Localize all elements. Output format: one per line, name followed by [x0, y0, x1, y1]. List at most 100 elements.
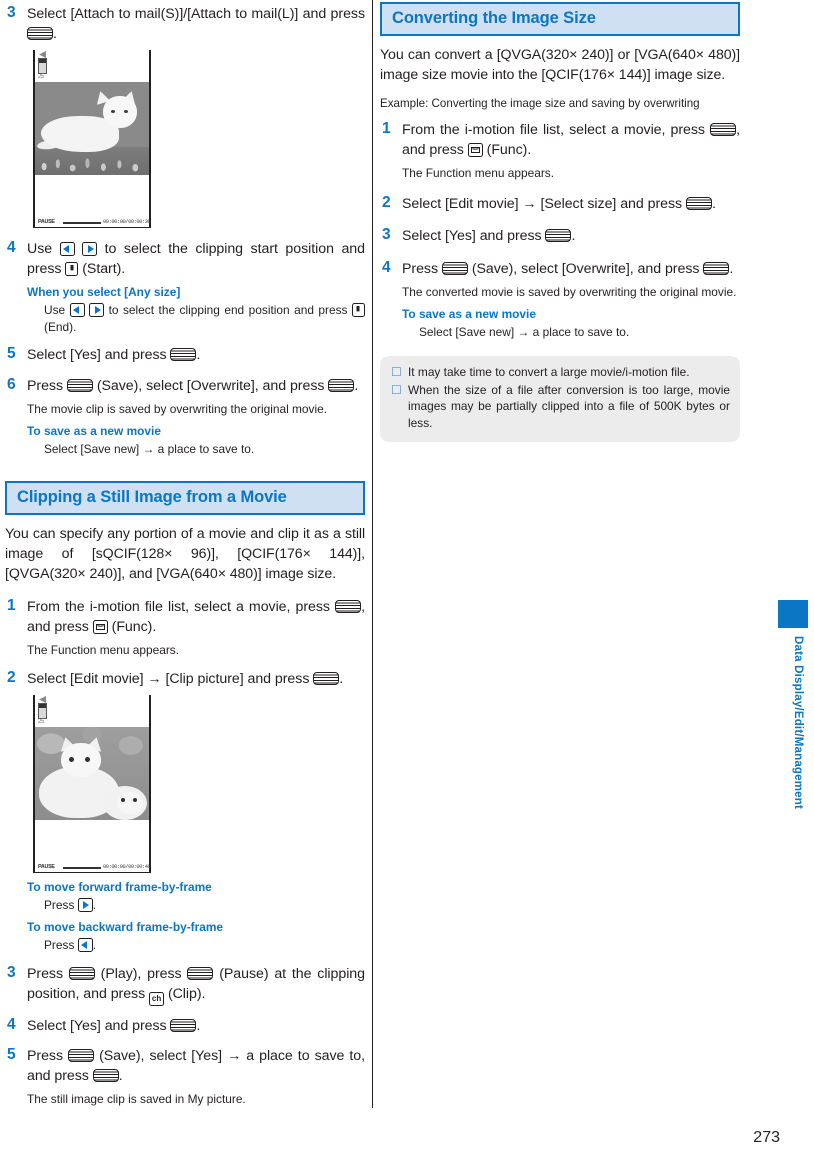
phone-video-area [33, 727, 149, 820]
tip-item: ☐ When the size of a file after conversi… [390, 382, 730, 432]
phone-statusbar: 25 [33, 695, 149, 727]
mail-func-key-icon [467, 142, 483, 157]
step-number: 3 [7, 964, 16, 981]
step-text: From the i-motion file list, select a mo… [402, 121, 740, 160]
select-key-icon [68, 967, 95, 980]
select-key-icon [187, 967, 214, 980]
left-column: 3 Select [Attach to mail(S)]/[Attach to … [5, 0, 365, 1108]
phone-screenshot-two-kittens: 25 PAUSE 00:00:00/00:00:40 [33, 695, 151, 873]
step-text-post: (Func). [482, 141, 532, 158]
select-key-icon [441, 261, 468, 275]
section-lead-clipping: You can specify any portion of a movie a… [5, 526, 365, 582]
section-header-clipping-still-image: Clipping a Still Image from a Movie [5, 481, 365, 515]
step-text-post: . [339, 670, 344, 687]
battery-icon [38, 58, 47, 74]
side-tab-marker [778, 600, 808, 628]
progress-bar [63, 866, 101, 869]
playback-status-label: PAUSE [38, 863, 55, 870]
step-text-pre: Press [402, 260, 442, 277]
battery-level-label: 25 [38, 719, 44, 725]
step-text: Select [Attach to mail(S)]/[Attach to ma… [27, 5, 365, 44]
subheading-save-new: To save as a new movie [402, 306, 536, 321]
select-key-icon [27, 26, 53, 40]
step-text-post: . [729, 260, 734, 277]
step-text-pre: Select [Edit movie] → [Select size] and … [402, 195, 686, 212]
step-number: 1 [7, 597, 16, 614]
tip-item: ☐ It may take time to convert a large mo… [390, 364, 730, 381]
step-text-pre: Select [Yes] and press [27, 347, 171, 363]
step-open-imotion-list: 1 From the i-motion file list, select a … [5, 597, 365, 659]
subbody-backward-frame: Press . [44, 937, 365, 954]
step-number: 6 [7, 375, 16, 393]
subbody-mid: to select the clipping end position and … [104, 303, 352, 317]
step-text-post: . [711, 195, 716, 212]
step-select-clip-picture: 2 Select [Edit movie] → [Clip picture] a… [5, 668, 365, 690]
step-text-pre: Select [Yes] and press [402, 228, 546, 244]
subbody-save-new: Select [Save new] → a place to save to. [44, 441, 255, 456]
info-key-icon [65, 261, 79, 276]
info-key-icon [351, 303, 365, 317]
column-divider [372, 0, 373, 1108]
select-key-icon [92, 1068, 119, 1082]
step-press-save-overwrite: 4 Press (Save), select [Overwrite], and … [380, 259, 740, 341]
subheading-any-size: When you select [Any size] [27, 285, 181, 299]
step-select-yes: 5 Select [Yes] and press . [5, 345, 365, 366]
right-column: Converting the Image Size You can conver… [380, 0, 740, 442]
left-arrow-key-icon [77, 937, 93, 952]
select-key-icon [66, 378, 93, 392]
step-text: Select [Yes] and press . [402, 227, 740, 247]
step-note: The Function menu appears. [402, 166, 555, 180]
step-note: The Function menu appears. [27, 643, 180, 657]
subheading-save-new: To save as a new movie [27, 423, 161, 438]
phone-blank-area [33, 820, 149, 862]
subbody-pre: Use [44, 303, 70, 317]
step-text: Press (Save), select [Overwrite], and pr… [402, 260, 740, 280]
right-arrow-key-icon [82, 242, 98, 256]
step-number: 5 [7, 345, 16, 362]
step-play-pause-clip: 3 Press (Play), press (Pause) at the cli… [5, 964, 365, 1006]
subbody-post: (End). [44, 319, 77, 334]
select-key-icon [170, 348, 197, 361]
phone-blank-area [33, 175, 149, 217]
right-arrow-key-icon [77, 898, 93, 912]
step-text-post: (Clip). [164, 985, 206, 1002]
subbody-post: . [92, 898, 97, 912]
subbody-any-size: Use to select the clipping end position … [44, 302, 365, 335]
step-text: Select [Edit movie] → [Clip picture] and… [27, 670, 365, 690]
step-text: From the i-motion file list, select a mo… [27, 598, 365, 637]
section-header-converting-image-size: Converting the Image Size [380, 2, 740, 36]
step-text-post: . [53, 25, 57, 42]
step-text-mid: (Play), press [94, 966, 188, 982]
page-number: 273 [753, 1129, 780, 1146]
select-key-icon [328, 378, 355, 392]
step-text-post: . [354, 377, 359, 394]
step-text: Press (Save), select [Yes] → a place to … [27, 1047, 365, 1086]
step-number: 2 [7, 668, 16, 686]
tip-text: It may take time to convert a large movi… [408, 365, 690, 379]
step-text-pre: Select [Edit movie] → [Clip picture] and… [27, 670, 314, 687]
step-text: Press (Save), select [Overwrite], and pr… [27, 377, 365, 397]
step-text-post: . [571, 228, 576, 244]
subbody-post: . [92, 937, 97, 952]
example-caption: Example: Converting the image size and s… [380, 97, 700, 110]
subbody-pre: Press [44, 898, 78, 912]
ch-clip-key-icon: ch [149, 991, 165, 1006]
side-tab-label: Data Display/Edit/Management [792, 636, 804, 810]
subbody-save-new: Select [Save new] → a place to save to. [419, 324, 630, 339]
subheading-forward-frame: To move forward frame-by-frame [27, 880, 212, 894]
select-key-icon [313, 671, 340, 685]
step-text-mid: (Save), select [Overwrite], and press [467, 260, 704, 277]
step-text: Select [Edit movie] → [Select size] and … [402, 195, 740, 215]
step-text-post: . [118, 1067, 123, 1084]
right-arrow-key-icon [89, 303, 105, 317]
mail-func-key-icon [92, 619, 108, 634]
timecode-label: 00:00:00/00:00:40 [103, 863, 151, 870]
frame-step-block: To move forward frame-by-frame Press . T… [27, 880, 365, 953]
step-text-pre: Press [27, 966, 69, 982]
step-note: The movie clip is saved by overwriting t… [27, 402, 328, 416]
select-key-icon [685, 196, 712, 210]
step-text-mid: (Save), select [Overwrite], and press [92, 377, 329, 394]
step-text-post: (Func). [107, 618, 157, 635]
kittens-photo [35, 727, 149, 820]
progress-bar [63, 221, 101, 224]
